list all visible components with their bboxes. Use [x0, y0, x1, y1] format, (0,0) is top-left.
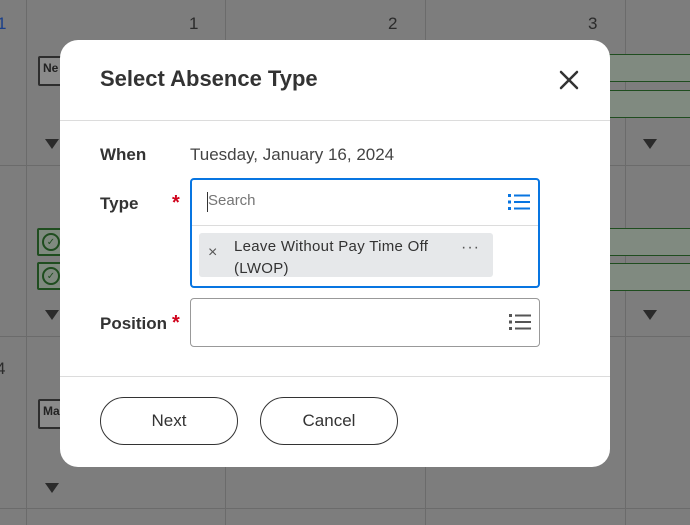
- close-button[interactable]: [553, 64, 585, 96]
- select-absence-type-dialog: Select Absence Type When Tuesday, Januar…: [60, 40, 610, 467]
- position-input[interactable]: [190, 298, 540, 347]
- position-label: Position: [100, 314, 168, 333]
- selected-type-pill[interactable]: × Leave Without Pay Time Off (LWOP) ···: [199, 233, 493, 277]
- remove-icon[interactable]: ×: [208, 244, 217, 262]
- chevron-down-icon[interactable]: [45, 310, 59, 320]
- type-search-input[interactable]: [208, 192, 488, 209]
- position-required-indicator: *: [172, 312, 180, 334]
- more-options-icon[interactable]: ···: [461, 239, 480, 257]
- calendar-event-bar[interactable]: [608, 90, 690, 118]
- type-divider: [192, 225, 538, 226]
- check-circle-icon: ✓: [42, 233, 60, 251]
- type-required-indicator: *: [172, 192, 180, 214]
- chevron-down-icon[interactable]: [643, 310, 657, 320]
- check-circle-icon: ✓: [42, 267, 60, 285]
- header-divider: [60, 120, 610, 121]
- chevron-down-icon[interactable]: [45, 139, 59, 149]
- calendar-grid-line: [26, 0, 27, 525]
- calendar-day-number: 4: [0, 359, 6, 378]
- dialog-title: Select Absence Type: [100, 66, 318, 91]
- when-label: When: [100, 145, 147, 164]
- calendar-day-number: 1: [189, 14, 199, 33]
- selected-type-label: Leave Without Pay Time Off (LWOP): [234, 238, 429, 277]
- list-icon[interactable]: [508, 193, 530, 211]
- next-button[interactable]: Next: [100, 397, 238, 445]
- calendar-event-bar[interactable]: [608, 54, 690, 82]
- calendar-event-bar[interactable]: [608, 263, 690, 291]
- chevron-down-icon[interactable]: [643, 139, 657, 149]
- calendar-day-number: 2: [388, 14, 398, 33]
- type-label: Type: [100, 194, 139, 213]
- close-icon: [559, 70, 579, 90]
- chevron-down-icon[interactable]: [45, 483, 59, 493]
- when-value: Tuesday, January 16, 2024: [190, 145, 395, 164]
- type-multiselect[interactable]: × Leave Without Pay Time Off (LWOP) ···: [190, 178, 540, 288]
- calendar-day-number: 1: [0, 14, 7, 33]
- calendar-event-bar[interactable]: [608, 228, 690, 256]
- footer-divider: [60, 376, 610, 377]
- calendar-day-number: 3: [588, 14, 598, 33]
- cancel-button[interactable]: Cancel: [260, 397, 398, 445]
- text-cursor: [207, 192, 208, 212]
- list-icon[interactable]: [509, 313, 531, 331]
- calendar-grid-line: [0, 508, 690, 509]
